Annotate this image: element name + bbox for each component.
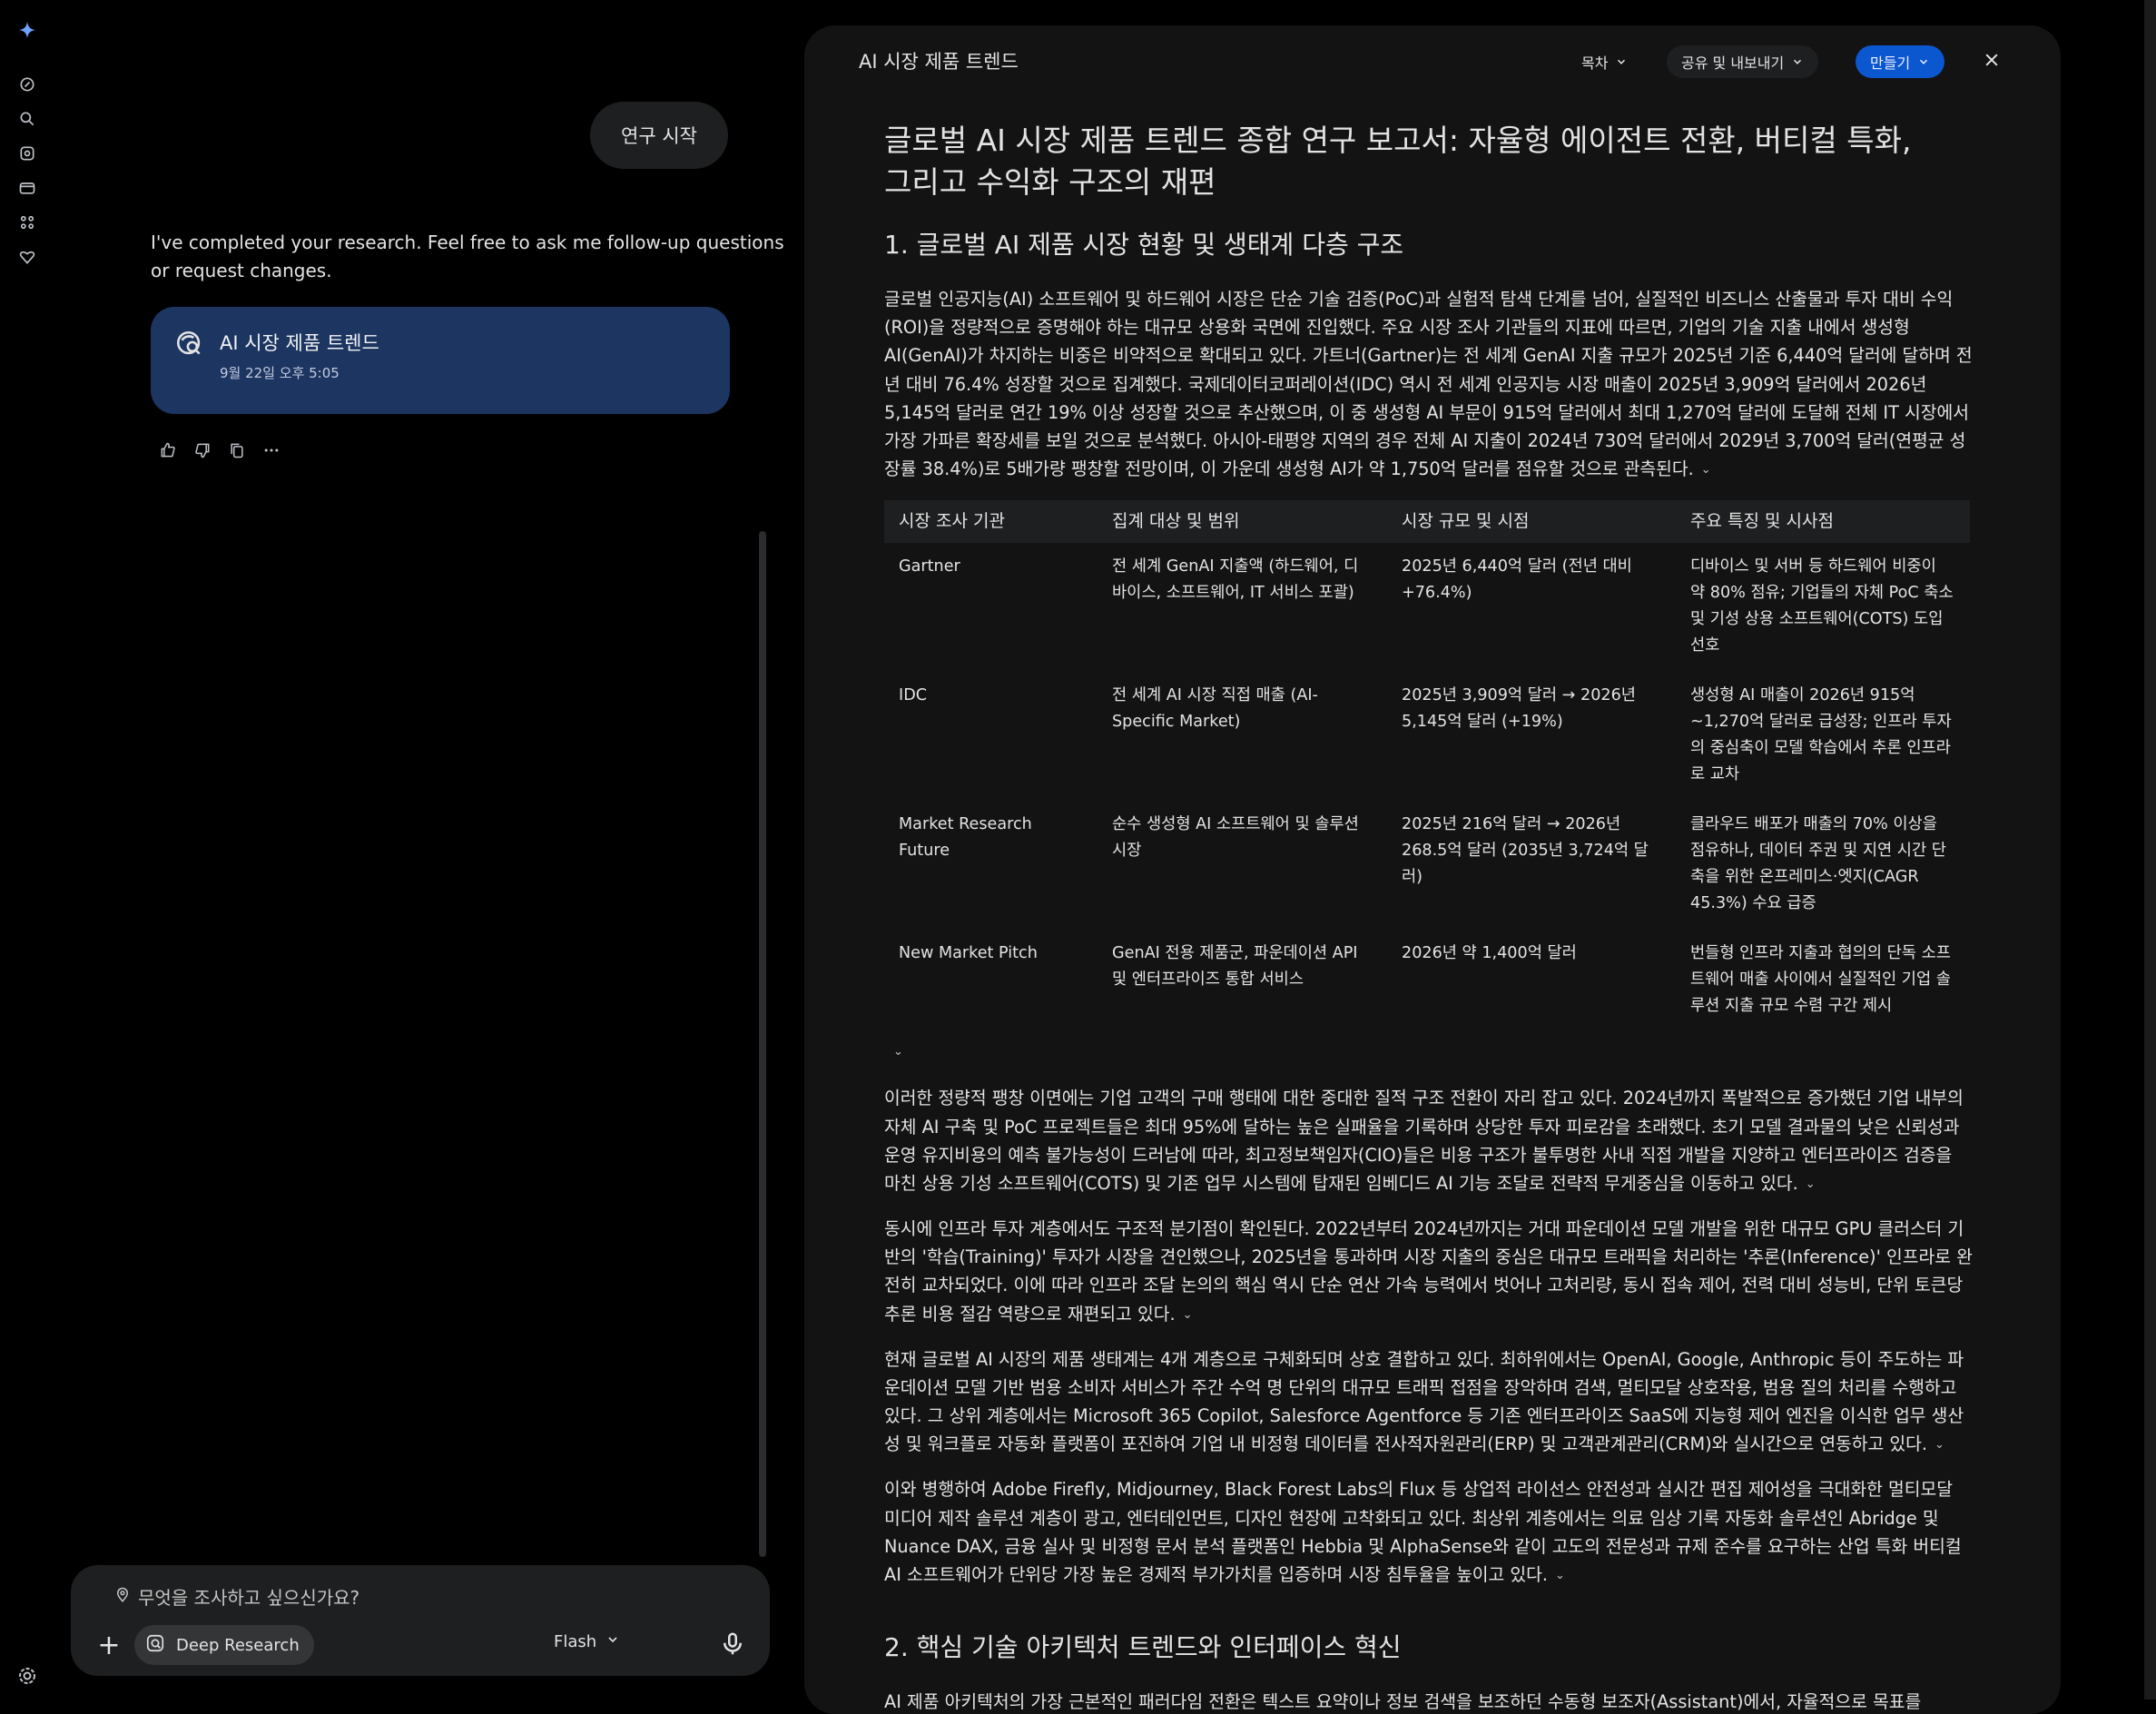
research-card[interactable]: AI 시장 제품 트렌드 9월 22일 오후 5:05 [151,307,730,414]
toc-label: 목차 [1581,54,1609,72]
report-content: 글로벌 AI 시장 제품 트렌드 종합 연구 보고서: 자율형 에이전트 전환,… [884,120,1974,1714]
paragraph-text: AI 제품 아키텍처의 가장 근본적인 패러다임 전환은 텍스트 요약이나 정보… [884,1691,1922,1713]
prompt-input[interactable]: 무엇을 조사하고 싶으신가요? [114,1583,359,1610]
table-cell: 디바이스 및 서버 등 하드웨어 비중이 약 80% 점유; 기업들의 자체 P… [1690,557,1954,655]
feedback-bar [157,439,282,461]
report-paragraph: 글로벌 인공지능(AI) 소프트웨어 및 하드웨어 시장은 단순 기술 검증(P… [884,285,1974,484]
table-row: New Market Pitch GenAI 전용 제품군, 파운데이션 API… [884,930,1970,1032]
chevron-down-icon[interactable]: ⌄ [1806,1170,1816,1198]
create-label: 만들기 [1870,54,1911,72]
chevron-down-icon[interactable]: ⌄ [1183,1301,1193,1329]
table-cell: 2025년 6,440억 달러 (전년 대비 +76.4%) [1402,557,1632,603]
model-selector[interactable]: Flash [554,1632,620,1651]
paragraph-text: 현재 글로벌 AI 시장의 제품 생태계는 4개 계층으로 구체화되며 상호 결… [884,1348,1964,1455]
settings-icon[interactable] [16,1665,38,1687]
table-cell: 클라우드 배포가 매출의 70% 이상을 점유하나, 데이터 주권 및 지연 시… [1690,815,1946,913]
page-scrollbar[interactable] [2144,0,2156,1699]
table-header: 시장 조사 기관 [884,500,1098,544]
paragraph-text: 이와 병행하여 Adobe Firefly, Midjourney, Black… [884,1479,1962,1586]
chevron-down-icon[interactable]: ⌄ [1555,1561,1565,1590]
table-row: Gartner 전 세계 GenAI 지출액 (하드웨어, 디바이스, 소프트웨… [884,543,1970,672]
close-icon[interactable] [1975,44,2008,76]
market-table: 시장 조사 기관 집계 대상 및 범위 시장 규모 및 시점 주요 특징 및 시… [884,500,1970,1032]
table-cell: 2025년 3,909억 달러 → 2026년 5,145억 달러 (+19%) [1402,686,1636,732]
report-paragraph: 이와 병행하여 Adobe Firefly, Midjourney, Black… [884,1475,1974,1590]
create-button[interactable]: 만들기 [1856,45,1945,78]
edit-icon[interactable] [15,73,39,96]
model-label: Flash [554,1632,597,1651]
more-icon[interactable] [261,439,282,461]
table-cell: 순수 생성형 AI 소프트웨어 및 솔루션 시장 [1112,815,1359,861]
table-header: 집계 대상 및 범위 [1098,500,1387,544]
report-paragraph: 현재 글로벌 AI 시장의 제품 생태계는 4개 계층으로 구체화되며 상호 결… [884,1345,1974,1460]
thumbs-up-icon[interactable] [157,439,179,461]
assistant-message: I've completed your research. Feel free … [151,231,784,281]
table-cell: 번들형 인프라 지출과 협의의 단독 소프트웨어 매출 사이에서 실질적인 기업… [1690,944,1951,1016]
table-cell: 2025년 216억 달러 → 2026년 268.5억 달러 (2035년 3… [1402,815,1649,887]
mic-icon[interactable] [719,1630,746,1658]
panel-title: AI 시장 제품 트렌드 [859,51,1019,73]
table-row: IDC 전 세계 AI 시장 직접 매출 (AI-Specific Market… [884,672,1970,801]
chat-column: 연구 시작 I've completed your research. Feel… [54,0,784,1699]
chevron-down-icon [605,1632,620,1651]
table-cell: 전 세계 AI 시장 직접 매출 (AI-Specific Market) [1112,686,1318,732]
search-icon[interactable] [15,107,39,131]
heart-icon[interactable] [15,245,39,269]
research-card-title: AI 시장 제품 트렌드 [220,332,379,354]
report-title: 글로벌 AI 시장 제품 트렌드 종합 연구 보고서: 자율형 에이전트 전환,… [884,123,1912,200]
share-export-label: 공유 및 내보내기 [1681,54,1785,72]
table-row: Market Research Future 순수 생성형 AI 소프트웨어 및… [884,801,1970,930]
table-cell: 생성형 AI 매출이 2026년 915억~1,270억 달러로 급성장; 인프… [1690,686,1952,784]
chevron-down-icon [1920,59,1928,64]
section-heading-2: 2. 핵심 기술 아키텍처 트렌드와 인터페이스 혁신 [884,1632,1402,1663]
prompt-composer: 무엇을 조사하고 싶으신가요? + Deep Research Flash [71,1565,770,1676]
prompt-placeholder: 무엇을 조사하고 싶으신가요? [138,1587,360,1609]
table-header: 주요 특징 및 시사점 [1676,500,1970,544]
table-cell: Gartner [899,557,960,576]
icon-rail [0,0,54,1699]
chevron-down-icon [1794,59,1802,64]
location-icon [114,1586,131,1608]
table-header: 시장 규모 및 시점 [1387,500,1676,544]
start-research-bubble: 연구 시작 [590,102,728,169]
table-cell: IDC [899,686,928,705]
table-header-row: 시장 조사 기관 집계 대상 및 범위 시장 규모 및 시점 주요 특징 및 시… [884,500,1970,544]
apps-icon[interactable] [15,211,39,234]
folder-icon[interactable] [15,176,39,200]
explore-icon[interactable] [15,142,39,165]
plus-icon[interactable]: + [91,1627,127,1663]
table-cell: New Market Pitch [899,944,1038,963]
table-cell: Market Research Future [899,815,1032,861]
report-paragraph: 동시에 인프라 투자 계층에서도 구조적 분기점이 확인된다. 2022년부터 … [884,1215,1974,1329]
thumbs-down-icon[interactable] [192,439,213,461]
gemini-spark-icon[interactable] [15,18,39,42]
paragraph-text: 동시에 인프라 투자 계층에서도 구조적 분기점이 확인된다. 2022년부터 … [884,1218,1973,1325]
chevron-down-icon[interactable]: ⌄ [1701,456,1711,484]
deep-research-label: Deep Research [176,1635,300,1655]
chevron-down-icon [1618,59,1626,64]
table-cell: 2026년 약 1,400억 달러 [1402,944,1577,963]
research-card-date: 9월 22일 오후 5:05 [220,365,340,381]
report-paragraph: AI 제품 아키텍처의 가장 근본적인 패러다임 전환은 텍스트 요약이나 정보… [884,1688,1974,1714]
toc-button[interactable]: 목차 [1567,45,1642,78]
copy-icon[interactable] [226,439,248,461]
paragraph-text: 이러한 정량적 팽창 이면에는 기업 고객의 구매 행태에 대한 중대한 질적 … [884,1088,1964,1194]
chevron-down-icon[interactable]: ⌄ [1934,1431,1944,1459]
chevron-down-icon[interactable]: ⌄ [893,1045,1974,1059]
table-cell: 전 세계 GenAI 지출액 (하드웨어, 디바이스, 소프트웨어, IT 서비… [1112,557,1359,603]
paragraph-text: 글로벌 인공지능(AI) 소프트웨어 및 하드웨어 시장은 단순 기술 검증(P… [884,289,1973,480]
section-heading-1: 1. 글로벌 AI 제품 시장 현황 및 생태계 다층 구조 [884,230,1404,260]
table-cell: GenAI 전용 제품군, 파운데이션 API 및 엔터프라이즈 통합 서비스 [1112,944,1358,990]
report-paragraph: 이러한 정량적 팽창 이면에는 기업 고객의 구매 행태에 대한 중대한 질적 … [884,1084,1974,1198]
research-icon [145,1633,165,1658]
share-export-button[interactable]: 공유 및 내보내기 [1667,45,1819,78]
report-panel: AI 시장 제품 트렌드 목차 공유 및 내보내기 만들기 글로벌 AI 시장 … [804,25,2061,1714]
deep-research-chip[interactable]: Deep Research [134,1625,314,1665]
research-icon [174,329,205,360]
chat-scrollbar[interactable] [759,531,766,1557]
